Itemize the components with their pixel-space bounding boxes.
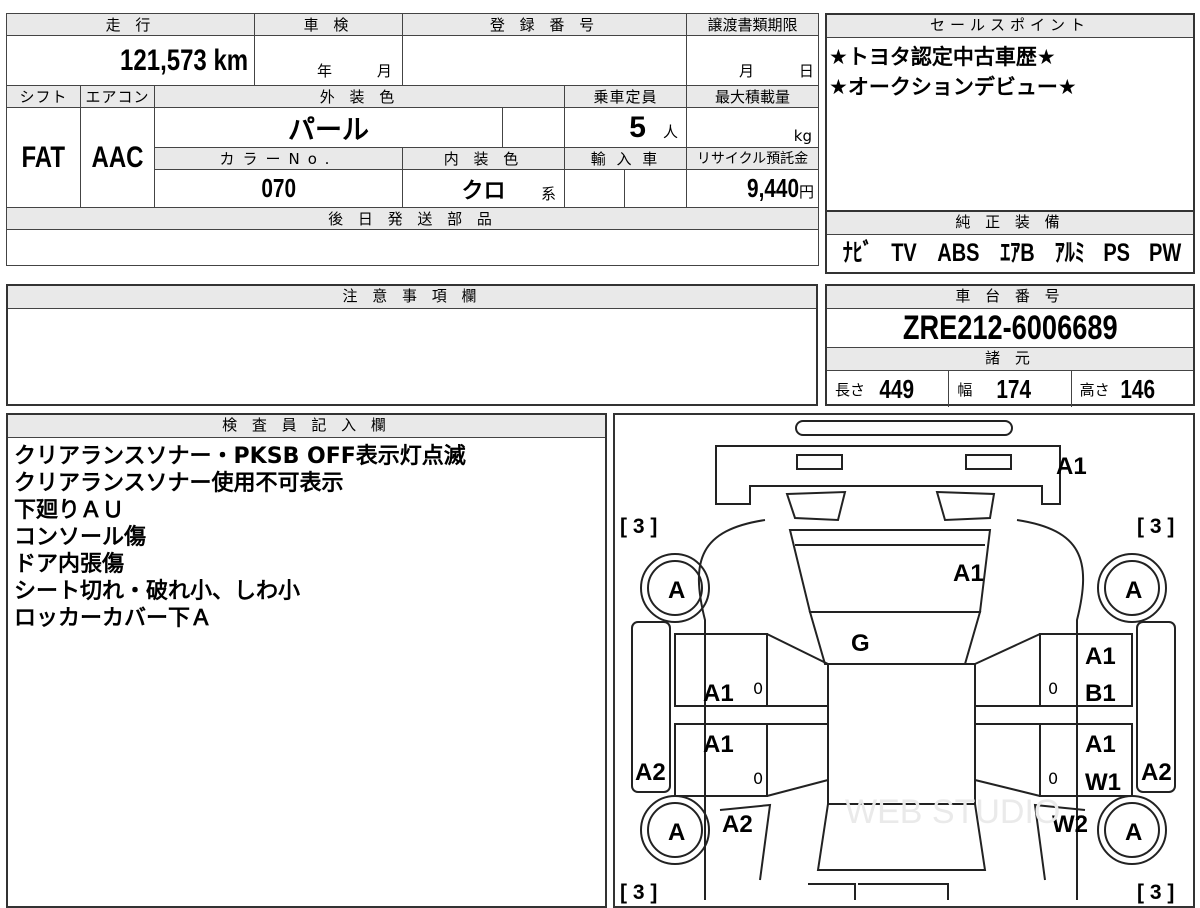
maxload-unit: kg — [686, 107, 820, 148]
inspector-line: ドア内張傷 — [14, 552, 125, 577]
equipment-ps: PS — [1103, 239, 1130, 267]
inspector-line: ロッカーカバー下Ａ — [14, 606, 213, 631]
registration-value — [402, 35, 688, 86]
zero-rear-left: 0 — [753, 769, 764, 788]
registration-header: 登 録 番 号 — [402, 13, 688, 36]
chassis-number: ZRE212-6006689 — [902, 309, 1118, 347]
width-label: 幅 — [957, 380, 973, 399]
equipment-nav: ﾅﾋﾞ — [842, 239, 873, 267]
sales-point-item: ★トヨタ認定中古車歴★ — [829, 45, 1056, 69]
mark-front-door-right-2: B1 — [1085, 680, 1116, 707]
capacity-unit: 人 — [663, 122, 679, 141]
interior-header: 内 装 色 — [402, 147, 566, 170]
mark-rocker-left: A2 — [635, 759, 666, 786]
inspector-header: 検 査 員 記 入 欄 — [8, 415, 605, 438]
mark-rear-fender-left: A2 — [722, 811, 753, 838]
zero-rear-right: 0 — [1048, 769, 1059, 788]
mark-rear-door-right-2: W1 — [1085, 769, 1121, 796]
color-no-header: カラーNo. — [153, 147, 404, 170]
shift-value: FAT — [21, 140, 66, 174]
tire-depth-front-left: [ 3 ] — [620, 515, 658, 538]
ac-header: エアコン — [80, 85, 155, 108]
sales-point-box: セールスポイント ★トヨタ認定中古車歴★ ★オークションデビュー★ — [825, 13, 1195, 212]
zero-front-right: 0 — [1048, 679, 1059, 698]
inspector-line: 下廻りＡＵ — [14, 498, 125, 523]
mark-bonnet: A1 — [953, 560, 984, 587]
watermark: WEB STUDIO — [845, 793, 1061, 831]
vehicle-info-table: 走 行 車 検 登 録 番 号 譲渡書類期限 121,573 km 年 月 月 … — [5, 13, 820, 266]
caution-header: 注 意 事 項 欄 — [8, 286, 816, 309]
interior-suffix: 系 — [541, 185, 557, 203]
tire-grade-rear-left: A — [668, 819, 686, 846]
mark-front-door-right-1: A1 — [1085, 643, 1116, 670]
sales-point-header: セールスポイント — [827, 15, 1193, 38]
maxload-header: 最大積載量 — [686, 85, 820, 108]
equipment-list: ﾅﾋﾞ TV ABS ｴｱB ｱﾙﾐ PS PW — [827, 235, 1193, 269]
capacity-value: 5 — [629, 110, 646, 144]
recycle-unit: 円 — [799, 183, 815, 201]
mark-front-bumper: A1 — [1056, 453, 1087, 480]
equipment-box: 純 正 装 備 ﾅﾋﾞ TV ABS ｴｱB ｱﾙﾐ PS PW — [825, 212, 1195, 274]
tire-depth-rear-right: [ 3 ] — [1137, 881, 1175, 904]
color-no-value: 070 — [261, 173, 296, 203]
later-parts-header: 後 日 発 送 部 品 — [5, 207, 820, 230]
transfer-month-unit: 月 — [739, 62, 755, 80]
chassis-box: 車 台 番 号 ZRE212-6006689 諸 元 長さ 449 幅 174 … — [825, 284, 1195, 407]
inspection-header: 車 検 — [254, 13, 404, 36]
height-value: 146 — [1120, 373, 1155, 404]
tire-depth-front-right: [ 3 ] — [1137, 515, 1175, 538]
inspection-month-unit: 月 — [376, 62, 392, 80]
inspector-line: コンソール傷 — [14, 525, 147, 550]
tire-grade-front-right: A — [1125, 577, 1143, 604]
mileage-header: 走 行 — [5, 13, 256, 36]
width-value: 174 — [996, 373, 1032, 404]
later-parts-value — [5, 229, 820, 266]
length-value: 449 — [879, 373, 915, 404]
sales-point-list: ★トヨタ認定中古車歴★ ★オークションデビュー★ — [827, 38, 1193, 106]
zero-front-left: 0 — [753, 679, 764, 698]
height-label: 高さ — [1079, 380, 1110, 399]
tire-grade-front-left: A — [668, 577, 686, 604]
caution-box: 注 意 事 項 欄 — [6, 284, 818, 406]
shift-header: シフト — [6, 85, 81, 108]
car-diagram: [ 3 ] [ 3 ] [ 3 ] [ 3 ] A A A A A1 A1 G … — [613, 413, 1195, 908]
import-cell-1 — [564, 169, 626, 208]
equipment-tv: TV — [891, 239, 917, 267]
recycle-header: リサイクル預託金 — [686, 147, 820, 170]
length-label: 長さ — [835, 380, 866, 399]
ac-value: AAC — [91, 140, 144, 174]
chassis-header: 車 台 番 号 — [827, 286, 1193, 309]
interior-value: クロ — [461, 177, 506, 203]
equipment-pw: PW — [1148, 239, 1181, 267]
import-header: 輸 入 車 — [564, 147, 688, 170]
mark-rear-door-right-1: A1 — [1085, 731, 1116, 758]
recycle-value: 9,440 — [746, 173, 799, 203]
specs-header: 諸 元 — [827, 348, 1193, 371]
inspector-line: クリアランスソナー・PKSB OFF表示灯点滅 — [14, 444, 466, 469]
import-cell-2 — [624, 169, 688, 208]
transfer-day-unit: 日 — [798, 62, 814, 80]
mark-front-door-left: A1 — [703, 680, 734, 707]
sales-point-item: ★オークションデビュー★ — [829, 75, 1077, 99]
mark-rocker-right: A2 — [1141, 759, 1172, 786]
tire-grade-rear-right: A — [1125, 819, 1143, 846]
inspector-line: クリアランスソナー使用不可表示 — [14, 471, 344, 496]
equipment-alloy: ｱﾙﾐ — [1054, 239, 1085, 267]
mileage-value: 121,573 km — [119, 43, 249, 77]
mark-rear-door-left: A1 — [703, 731, 734, 758]
exterior-extra — [502, 107, 566, 148]
tire-depth-rear-left: [ 3 ] — [620, 881, 658, 904]
transfer-header: 譲渡書類期限 — [686, 13, 820, 36]
inspection-year-unit: 年 — [317, 62, 333, 80]
exterior-header: 外 装 色 — [153, 85, 566, 108]
capacity-header: 乗車定員 — [564, 85, 688, 108]
mark-windshield: G — [851, 630, 870, 657]
inspector-line: シート切れ・破れ小、しわ小 — [14, 579, 301, 604]
equipment-abs: ABS — [936, 239, 980, 267]
inspector-box: 検 査 員 記 入 欄 クリアランスソナー・PKSB OFF表示灯点滅 クリアラ… — [6, 413, 607, 908]
equipment-header: 純 正 装 備 — [827, 212, 1193, 235]
exterior-value: パール — [288, 115, 369, 145]
inspector-notes: クリアランスソナー・PKSB OFF表示灯点滅 クリアランスソナー使用不可表示 … — [14, 443, 466, 632]
equipment-airbag: ｴｱB — [1000, 239, 1035, 267]
